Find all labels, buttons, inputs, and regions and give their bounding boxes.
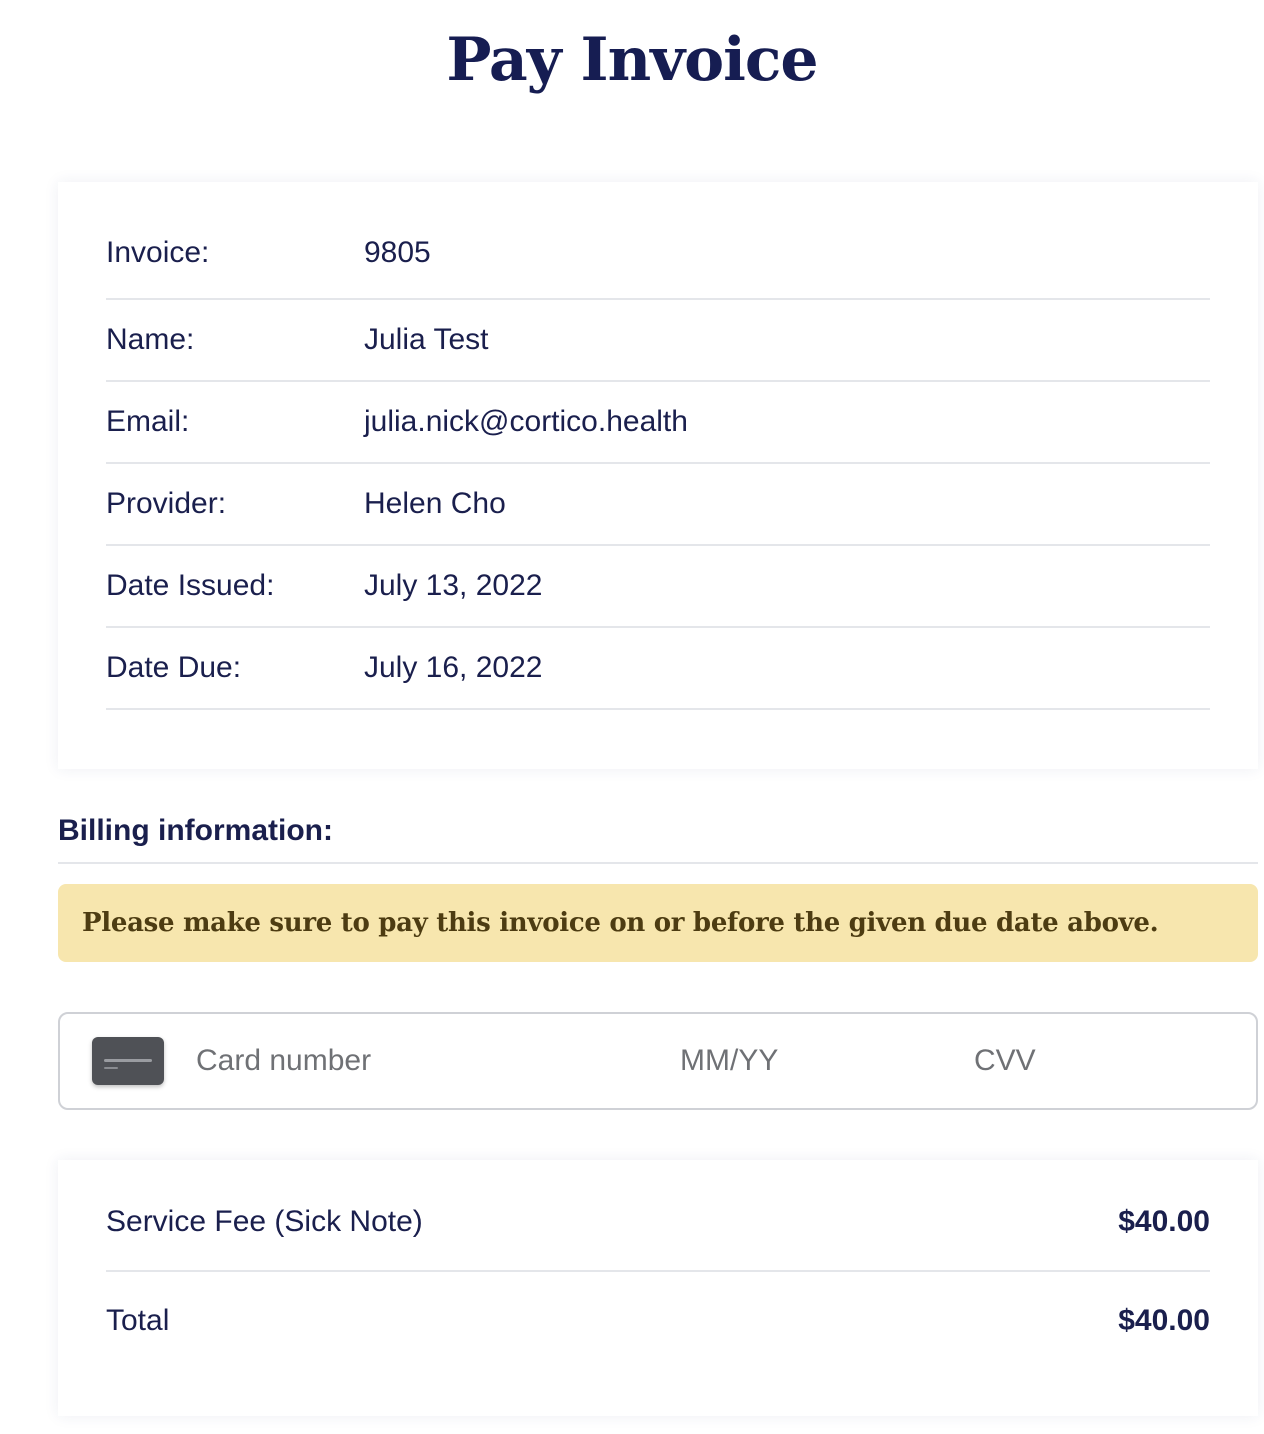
detail-value: julia.nick@cortico.health — [364, 405, 688, 438]
detail-row-date-issued: Date Issued: July 13, 2022 — [106, 546, 1210, 628]
expiry-input[interactable] — [680, 1044, 880, 1078]
card-payment-field[interactable] — [58, 1012, 1258, 1110]
detail-row-invoice: Invoice: 9805 — [106, 204, 1210, 300]
credit-card-icon — [92, 1037, 164, 1085]
billing-heading: Billing information: — [58, 814, 1258, 864]
service-fee-label: Service Fee (Sick Note) — [106, 1205, 423, 1238]
detail-label: Provider: — [106, 487, 227, 520]
due-date-notice: Please make sure to pay this invoice on … — [58, 884, 1258, 962]
detail-value: July 13, 2022 — [364, 569, 543, 602]
totals-card: Service Fee (Sick Note) $40.00 Total $40… — [58, 1160, 1258, 1416]
card-number-input[interactable] — [196, 1044, 616, 1078]
cvv-input[interactable] — [974, 1044, 1174, 1078]
total-label: Total — [106, 1304, 170, 1337]
detail-label: Date Issued: — [106, 569, 275, 602]
total-row: Total $40.00 — [106, 1272, 1210, 1370]
service-fee-row: Service Fee (Sick Note) $40.00 — [106, 1160, 1210, 1272]
detail-label: Invoice: — [106, 236, 210, 269]
detail-value: 9805 — [364, 236, 431, 269]
invoice-details-card: Invoice: 9805 Name: Julia Test Email: ju… — [58, 182, 1258, 769]
detail-value: July 16, 2022 — [364, 651, 543, 684]
detail-row-email: Email: julia.nick@cortico.health — [106, 382, 1210, 464]
total-amount: $40.00 — [1118, 1304, 1210, 1337]
detail-row-date-due: Date Due: July 16, 2022 — [106, 628, 1210, 710]
detail-label: Name: — [106, 323, 195, 356]
detail-value: Julia Test — [364, 323, 489, 356]
detail-label: Date Due: — [106, 651, 242, 684]
detail-row-name: Name: Julia Test — [106, 300, 1210, 382]
detail-label: Email: — [106, 405, 190, 438]
detail-row-provider: Provider: Helen Cho — [106, 464, 1210, 546]
detail-value: Helen Cho — [364, 487, 506, 520]
service-fee-amount: $40.00 — [1118, 1205, 1210, 1238]
page-title: Pay Invoice — [446, 25, 818, 95]
